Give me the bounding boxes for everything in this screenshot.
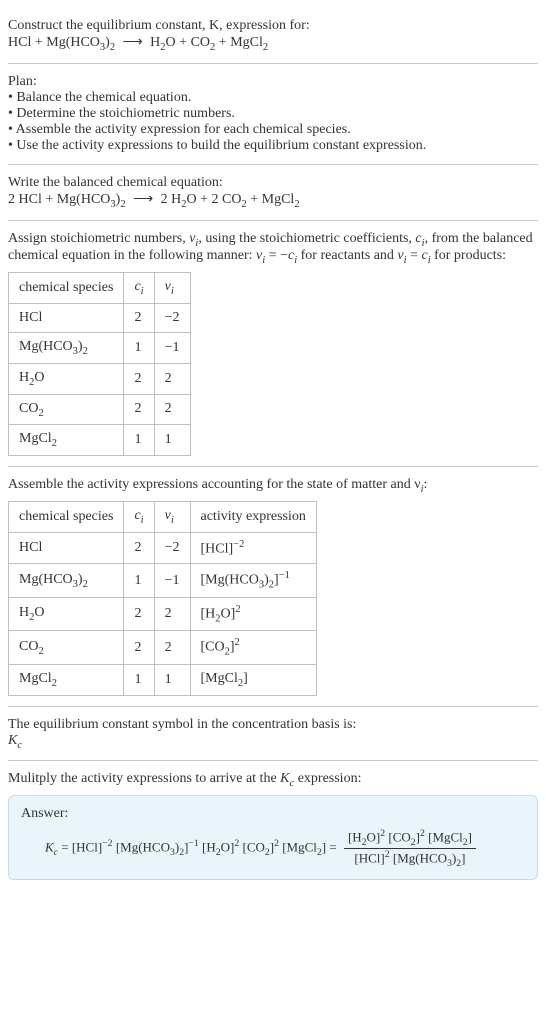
- fraction: [H2O]2 [CO2]2 [MgCl2][HCl]2 [Mg(HCO3)2]: [344, 828, 476, 869]
- intro-line1: Construct the equilibrium constant, K, e…: [8, 18, 538, 34]
- plan-item: Determine the stoichiometric numbers.: [8, 106, 538, 122]
- table-row: MgCl211[MgCl2]: [9, 664, 317, 695]
- activity-intro: Assemble the activity expressions accoun…: [8, 477, 538, 495]
- table-header-row: chemical species ci νi: [9, 273, 191, 304]
- table-row: Mg(HCO3)21−1: [9, 332, 191, 363]
- table-row: Mg(HCO3)21−1[Mg(HCO3)2]−1: [9, 564, 317, 597]
- activity-section: Assemble the activity expressions accoun…: [8, 467, 538, 706]
- table-row: CO222: [9, 394, 191, 425]
- answer-box: Answer: Kc = [HCl]−2 [Mg(HCO3)2]−1 [H2O]…: [8, 795, 538, 880]
- stoich-table: chemical species ci νi HCl2−2 Mg(HCO3)21…: [8, 272, 191, 456]
- table-row: HCl2−2: [9, 303, 191, 332]
- kc-expression: Kc = [HCl]−2 [Mg(HCO3)2]−1 [H2O]2 [CO2]2…: [21, 828, 525, 869]
- table-row: MgCl211: [9, 425, 191, 456]
- intro-equation: HCl + Mg(HCO3)2 ⟶ H2O + CO2 + MgCl2: [8, 34, 538, 53]
- eq-const-kc: Kc: [8, 733, 538, 751]
- th-c: ci: [124, 273, 154, 304]
- eq-const-symbol-section: The equilibrium constant symbol in the c…: [8, 707, 538, 762]
- plan-item: Use the activity expressions to build th…: [8, 138, 538, 154]
- plan-item: Assemble the activity expression for eac…: [8, 122, 538, 138]
- table-row: CO222[CO2]2: [9, 631, 317, 664]
- arrow-icon: ⟶: [129, 192, 157, 207]
- table-row: H2O22[H2O]2: [9, 597, 317, 630]
- plan-list: Balance the chemical equation. Determine…: [8, 90, 538, 154]
- plan-title: Plan:: [8, 74, 538, 90]
- balanced-equation: 2 HCl + Mg(HCO3)2 ⟶ 2 H2O + 2 CO2 + MgCl…: [8, 191, 538, 210]
- balanced-section: Write the balanced chemical equation: 2 …: [8, 165, 538, 221]
- arrow-icon: ⟶: [119, 35, 147, 50]
- multiply-section: Mulitply the activity expressions to arr…: [8, 761, 538, 890]
- plan-section: Plan: Balance the chemical equation. Det…: [8, 64, 538, 165]
- activity-table: chemical species ci νi activity expressi…: [8, 501, 317, 696]
- eq-const-line1: The equilibrium constant symbol in the c…: [8, 717, 538, 733]
- table-row: HCl2−2[HCl]−2: [9, 532, 317, 564]
- multiply-text: Mulitply the activity expressions to arr…: [8, 771, 538, 789]
- assign-text: Assign stoichiometric numbers, νi, using…: [8, 231, 538, 267]
- th-species: chemical species: [9, 273, 124, 304]
- answer-label: Answer:: [21, 806, 525, 822]
- table-header-row: chemical species ci νi activity expressi…: [9, 501, 317, 532]
- intro-section: Construct the equilibrium constant, K, e…: [8, 8, 538, 64]
- plan-item: Balance the chemical equation.: [8, 90, 538, 106]
- assign-section: Assign stoichiometric numbers, νi, using…: [8, 221, 538, 468]
- balanced-title: Write the balanced chemical equation:: [8, 175, 538, 191]
- th-nu: νi: [154, 273, 190, 304]
- table-row: H2O22: [9, 363, 191, 394]
